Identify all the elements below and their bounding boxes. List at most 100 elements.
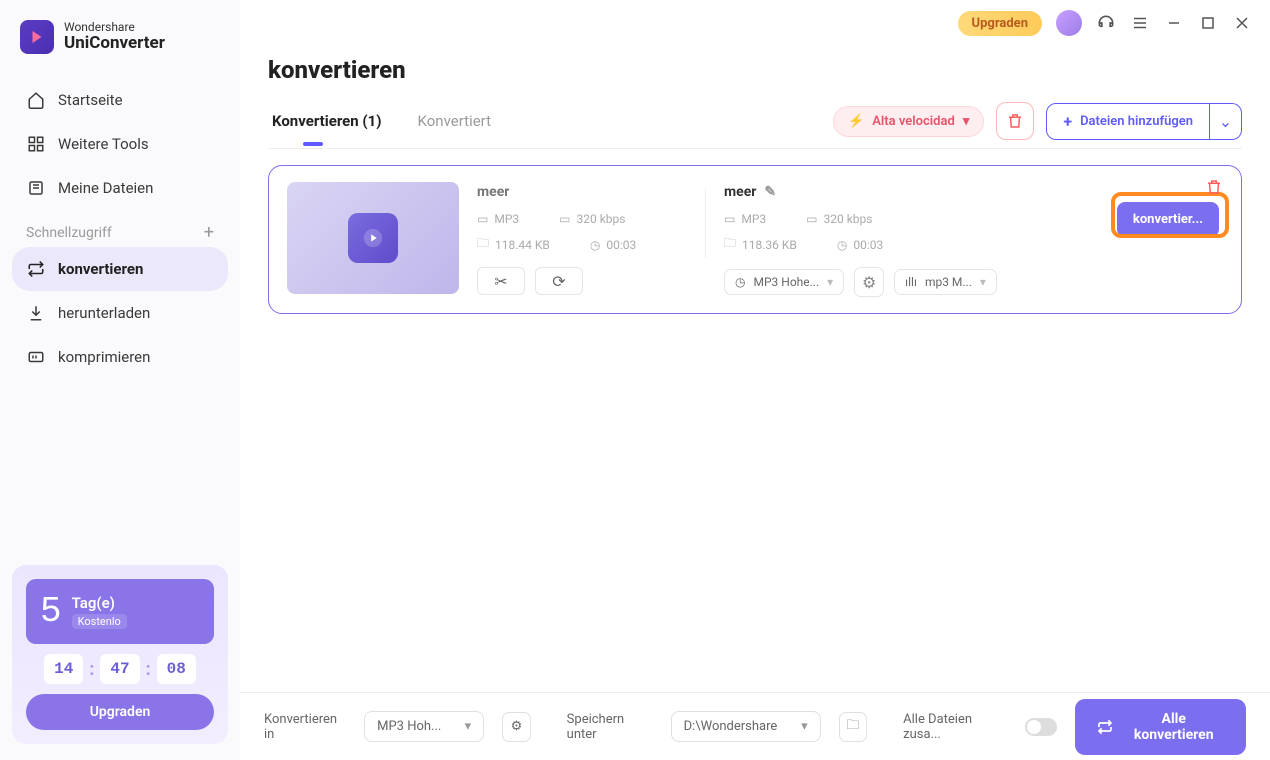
nav-compress[interactable]: komprimieren — [12, 335, 228, 379]
thumbnail[interactable] — [287, 182, 459, 294]
clock-icon: ◷ — [735, 275, 745, 289]
promo-daylabel: Tag(e) — [72, 594, 127, 612]
codec-label: mp3 M... — [925, 275, 972, 289]
folder-icon: 🗀 — [724, 234, 736, 255]
quick-access-header: Schnellzugriff + — [12, 210, 228, 247]
avatar-icon[interactable] — [1056, 10, 1082, 36]
convert-all-button[interactable]: Alle konvertieren — [1075, 699, 1246, 755]
divider — [705, 188, 706, 258]
dest-info: meer ✎ ▭MP3 ▭320 kbps 🗀118.36 KB ◷00:03 … — [724, 182, 1223, 297]
edit-icon[interactable]: ✎ — [764, 184, 776, 200]
upgrade-pill[interactable]: Upgraden — [958, 11, 1042, 36]
chevron-down-icon: ⌄ — [1219, 112, 1232, 131]
headset-icon[interactable] — [1096, 13, 1116, 33]
convert-item-button[interactable]: konvertier... — [1117, 202, 1219, 237]
plus-icon[interactable]: + — [204, 222, 214, 243]
nav-tools[interactable]: Weitere Tools — [12, 122, 228, 166]
nav-download[interactable]: herunterladen — [12, 291, 228, 335]
timer-h: 14 — [44, 654, 83, 684]
save-under-label: Speichern unter — [567, 712, 653, 742]
remove-item-button[interactable] — [1205, 178, 1223, 196]
add-files-label: Dateien hinzufügen — [1080, 114, 1193, 129]
add-files-button[interactable]: + Dateien hinzufügen — [1046, 103, 1210, 140]
audio-icon: ıllı — [905, 275, 917, 289]
app-logo: Wondershare UniConverter — [12, 16, 228, 58]
nav-files-label: Meine Dateien — [58, 179, 153, 197]
convert-in-value: MP3 Hoh... — [377, 719, 441, 734]
menu-icon[interactable] — [1130, 13, 1150, 33]
promo-free: Kostenlo — [72, 614, 127, 629]
promo-box: 5 Tag(e) Kostenlo 14 : 47 : 08 Upgraden — [12, 565, 228, 744]
nav-convert[interactable]: konvertieren — [12, 247, 228, 291]
chevron-down-icon: ▾ — [827, 275, 833, 289]
src-fmt: MP3 — [494, 212, 519, 226]
tab-converting[interactable]: Konvertieren (1) — [268, 106, 386, 136]
convert-in-label: Konvertieren in — [264, 712, 346, 742]
countdown-timer: 14 : 47 : 08 — [44, 654, 196, 684]
add-files-dropdown[interactable]: ⌄ — [1210, 103, 1242, 140]
timer-s: 08 — [157, 654, 196, 684]
promo-days: 5 — [40, 591, 62, 632]
speed-label: Alta velocidad — [872, 114, 955, 129]
file-item-card: meer ▭MP3 ▭320 kbps 🗀118.44 KB ◷00:03 ✂ … — [268, 165, 1242, 314]
page-title: konvertieren — [268, 56, 1242, 84]
save-path-select[interactable]: D:\Wondershare ▾ — [671, 711, 821, 742]
clear-all-button[interactable] — [996, 102, 1034, 140]
preset-select[interactable]: ◷ MP3 Hohe... ▾ — [724, 269, 844, 295]
folder-icon — [26, 178, 46, 198]
convert-settings-button[interactable]: ⚙ — [502, 712, 531, 742]
convert-in-select[interactable]: MP3 Hoh... ▾ — [364, 711, 484, 742]
clock-icon: ◷ — [590, 238, 600, 252]
main-area: Upgraden konvertieren Konvertieren (1) K… — [240, 0, 1270, 760]
home-icon — [26, 90, 46, 110]
dst-size: 118.36 KB — [742, 238, 797, 252]
crop-button[interactable]: ⟳ — [535, 267, 583, 295]
bolt-icon: ⚡ — [848, 114, 864, 129]
nav-compress-label: komprimieren — [58, 348, 150, 366]
chevron-down-icon: ▾ — [963, 114, 970, 129]
dest-filename: meer — [724, 184, 756, 200]
timer-m: 47 — [100, 654, 139, 684]
folder-icon: 🗀 — [477, 234, 489, 255]
convert-all-label: Alle konvertieren — [1123, 711, 1224, 743]
source-filename: meer — [477, 184, 687, 200]
promo-card: 5 Tag(e) Kostenlo — [26, 579, 214, 644]
compress-icon — [26, 347, 46, 367]
src-size: 118.44 KB — [495, 238, 550, 252]
preset-label: MP3 Hohe... — [753, 275, 819, 289]
chevron-down-icon: ▾ — [465, 719, 472, 734]
dst-dur: 00:03 — [853, 238, 883, 252]
gear-icon: ⚙ — [862, 273, 876, 292]
sidebar: Wondershare UniConverter Startseite Weit… — [0, 0, 240, 760]
download-icon — [26, 303, 46, 323]
tab-converted[interactable]: Konvertiert — [414, 106, 496, 136]
nav-files[interactable]: Meine Dateien — [12, 166, 228, 210]
clock-icon: ◷ — [837, 238, 847, 252]
open-folder-button[interactable]: 🗀 — [839, 712, 868, 742]
dst-fmt: MP3 — [741, 212, 766, 226]
chevron-down-icon: ▾ — [801, 719, 808, 734]
settings-button[interactable]: ⚙ — [854, 267, 884, 297]
merge-toggle[interactable] — [1025, 718, 1057, 736]
save-path-value: D:\Wondershare — [684, 719, 778, 734]
promo-upgrade-button[interactable]: Upgraden — [26, 694, 214, 730]
scissors-icon: ✂ — [494, 272, 507, 291]
tabs-row: Konvertieren (1) Konvertiert ⚡ Alta velo… — [268, 102, 1242, 149]
nav-home-label: Startseite — [58, 91, 123, 109]
play-icon — [348, 213, 398, 263]
grid-icon — [26, 134, 46, 154]
nav-home[interactable]: Startseite — [12, 78, 228, 122]
logo-mark-icon — [20, 20, 54, 54]
quick-label: Schnellzugriff — [26, 225, 112, 241]
speed-toggle[interactable]: ⚡ Alta velocidad ▾ — [833, 106, 984, 137]
convert-icon — [1097, 719, 1113, 735]
nav-tools-label: Weitere Tools — [58, 135, 149, 153]
cut-button[interactable]: ✂ — [477, 267, 525, 295]
source-info: meer ▭MP3 ▭320 kbps 🗀118.44 KB ◷00:03 ✂ … — [477, 182, 687, 295]
footer-bar: Konvertieren in MP3 Hoh... ▾ ⚙ Speichern… — [240, 692, 1270, 760]
codec-select[interactable]: ıllı mp3 M... ▾ — [894, 269, 997, 295]
minimize-icon[interactable] — [1164, 13, 1184, 33]
bitrate-icon: ▭ — [559, 212, 570, 226]
maximize-icon[interactable] — [1198, 13, 1218, 33]
close-icon[interactable] — [1232, 13, 1252, 33]
